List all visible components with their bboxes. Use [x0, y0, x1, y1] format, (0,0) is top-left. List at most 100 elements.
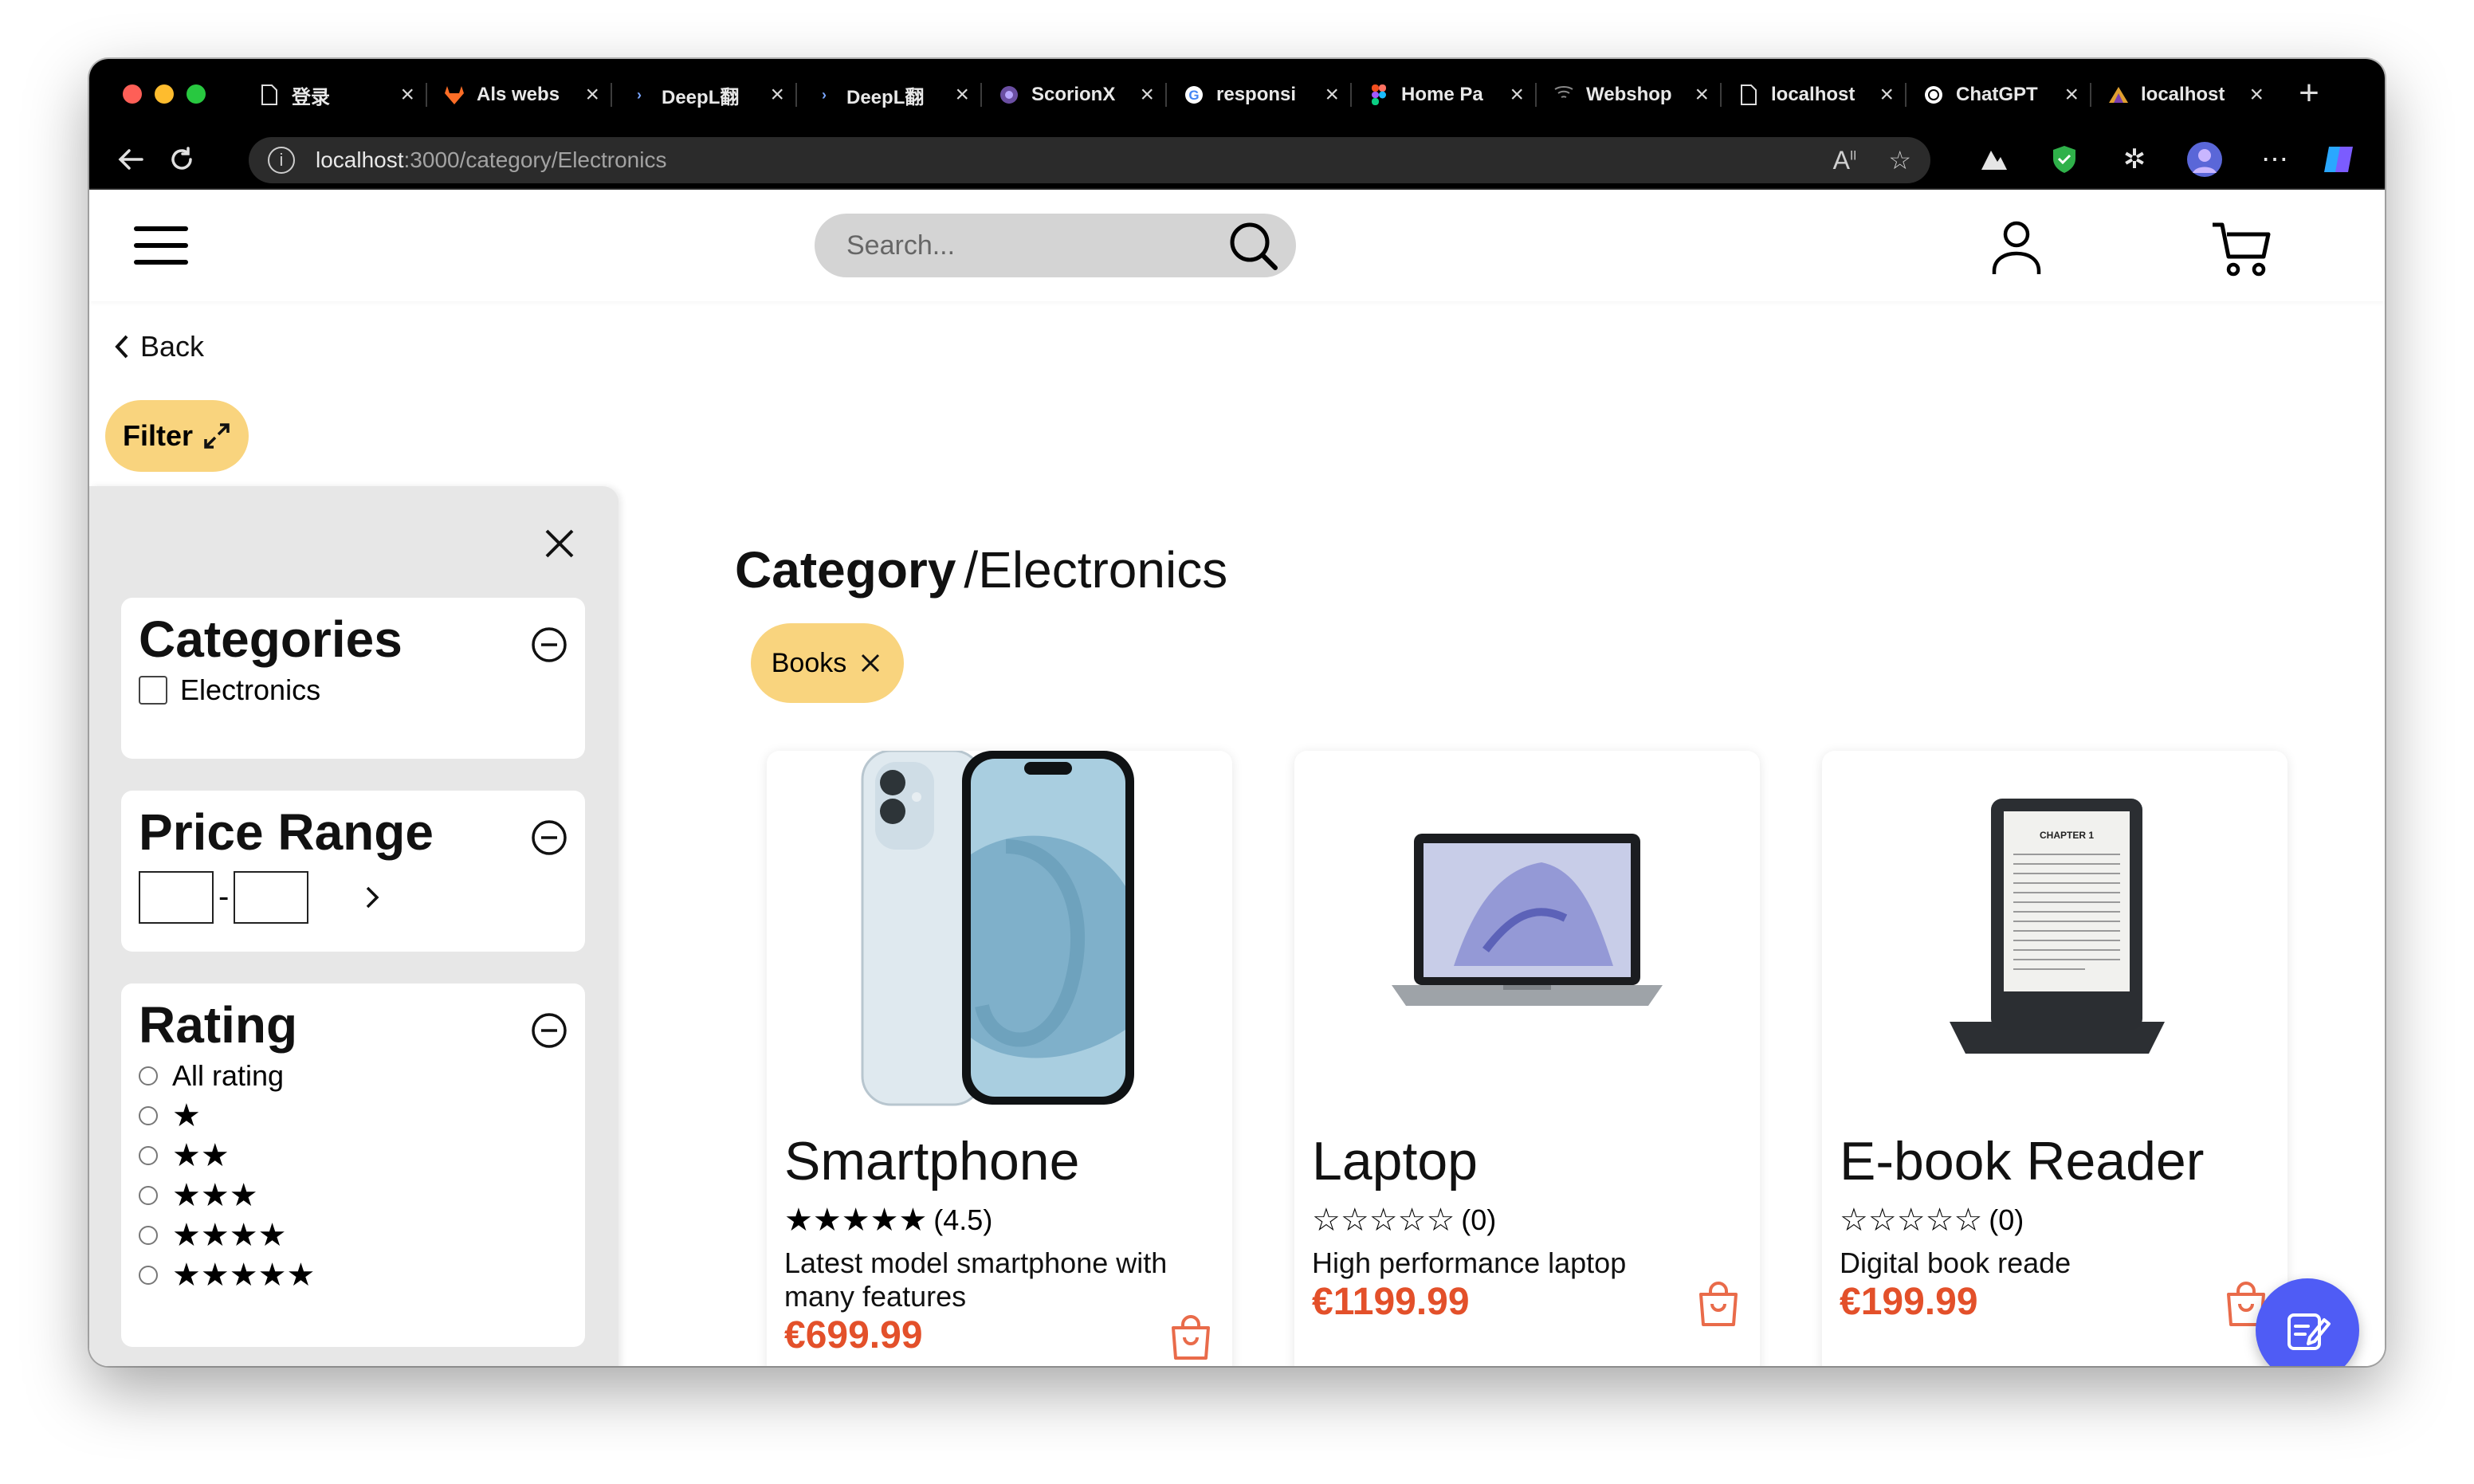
close-tab-icon[interactable]: ×: [770, 83, 784, 107]
browser-tab[interactable]: ChatGPT ×: [1905, 73, 2090, 116]
max-price-input[interactable]: [234, 870, 309, 924]
browser-tab[interactable]: localhost ×: [1720, 73, 1905, 116]
collapse-minus-icon[interactable]: [529, 1011, 569, 1050]
tab-title: DeepL翻: [846, 86, 925, 108]
svg-text:G: G: [1188, 88, 1199, 103]
document-icon: [258, 84, 281, 106]
close-window-button[interactable]: [123, 84, 142, 104]
browser-tab[interactable]: › DeepL翻 ×: [611, 73, 795, 116]
address-bar[interactable]: i localhost:3000/category/Electronics Aǀ…: [249, 137, 1930, 183]
browser-tab[interactable]: localhost ×: [2090, 73, 2275, 116]
favorite-star-icon[interactable]: ☆: [1888, 145, 1911, 175]
rating-stars: ☆☆☆☆☆: [1840, 1203, 1983, 1238]
tab-title: DeepL翻: [662, 86, 740, 108]
webshop-icon: [1553, 84, 1575, 106]
close-tab-icon[interactable]: ×: [1325, 83, 1339, 107]
min-price-input[interactable]: [139, 870, 214, 924]
profile-avatar[interactable]: [2185, 140, 2224, 179]
tab-strip: 登录 × Als webs × › DeepL翻 × › DeepL翻 × Sc…: [89, 59, 2385, 129]
rating-radio[interactable]: [139, 1265, 158, 1285]
product-card[interactable]: Smartphone ★★★★★ (4.5) Latest model smar…: [767, 751, 1232, 1366]
user-account-icon[interactable]: [1986, 217, 2047, 277]
rating-count: (0): [1989, 1203, 2024, 1236]
product-card[interactable]: CHAPTER 1 E-book Reader ☆☆☆☆☆ (0) Digita…: [1822, 751, 2287, 1366]
gitlab-icon: [443, 84, 465, 106]
browser-tab-active[interactable]: Webshop ×: [1535, 73, 1720, 116]
active-filter-chip[interactable]: Books: [751, 623, 904, 703]
rating-count: (0): [1461, 1203, 1497, 1236]
product-price: €199.99: [1840, 1281, 1978, 1323]
shield-extension-icon[interactable]: [2045, 140, 2083, 179]
search-bar[interactable]: [815, 214, 1296, 277]
close-tab-icon[interactable]: ×: [1879, 83, 1894, 107]
browser-tab[interactable]: Als webs ×: [426, 73, 611, 116]
rating-radio[interactable]: [139, 1066, 158, 1086]
close-tab-icon[interactable]: ×: [585, 83, 599, 107]
close-tab-icon[interactable]: ×: [1694, 83, 1709, 107]
rating-option-5[interactable]: ★★★★★: [139, 1255, 567, 1295]
chevron-left-icon: [115, 335, 128, 359]
rating-stars: ★★★: [172, 1177, 258, 1213]
rating-option-3[interactable]: ★★★: [139, 1176, 567, 1215]
rating-radio[interactable]: [139, 1185, 158, 1205]
categories-panel: Categories Electronics: [121, 598, 585, 759]
filter-toggle-button[interactable]: Filter: [105, 400, 249, 472]
back-arrow-icon[interactable]: [110, 139, 151, 180]
browser-window: 登录 × Als webs × › DeepL翻 × › DeepL翻 × Sc…: [89, 59, 2385, 1366]
close-tab-icon[interactable]: ×: [2064, 83, 2079, 107]
rating-stars: ★★★★: [172, 1217, 287, 1253]
maximize-window-button[interactable]: [187, 84, 206, 104]
price-separator: -: [218, 879, 230, 915]
new-tab-icon[interactable]: +: [2289, 75, 2329, 115]
chevron-right-icon[interactable]: [363, 883, 382, 912]
add-to-cart-bag-icon[interactable]: [1696, 1280, 1741, 1328]
browser-tab[interactable]: Home Pa ×: [1350, 73, 1535, 116]
app-icon: [2107, 84, 2130, 106]
rating-radio[interactable]: [139, 1145, 158, 1165]
rating-radio[interactable]: [139, 1105, 158, 1125]
read-aloud-icon[interactable]: Aǀǀ: [1833, 146, 1857, 175]
copilot-icon[interactable]: [2319, 140, 2358, 179]
category-checkbox[interactable]: [139, 675, 167, 705]
close-tab-icon[interactable]: ×: [400, 83, 414, 107]
close-tab-icon[interactable]: ×: [2249, 83, 2264, 107]
browser-tab[interactable]: 登录 ×: [241, 73, 426, 116]
rating-option-2[interactable]: ★★: [139, 1136, 567, 1176]
minimize-window-button[interactable]: [155, 84, 174, 104]
rating-radio[interactable]: [139, 1225, 158, 1245]
add-to-cart-bag-icon[interactable]: [1168, 1313, 1213, 1361]
close-icon[interactable]: [858, 650, 883, 676]
browser-tab[interactable]: › DeepL翻 ×: [795, 73, 980, 116]
product-price: €699.99: [784, 1314, 923, 1356]
rating-option-1[interactable]: ★: [139, 1096, 567, 1136]
close-tab-icon[interactable]: ×: [1510, 83, 1524, 107]
search-input[interactable]: [846, 230, 1224, 261]
collapse-minus-icon[interactable]: [529, 625, 569, 665]
rating-option-4[interactable]: ★★★★: [139, 1215, 567, 1255]
filter-sidebar: Categories Electronics Price Range - Rat…: [89, 486, 618, 1366]
site-info-icon[interactable]: i: [268, 147, 295, 174]
extension-mountain-icon[interactable]: [1975, 140, 2013, 179]
hamburger-menu-icon[interactable]: [134, 226, 188, 265]
browser-tab[interactable]: ScorionX ×: [980, 73, 1165, 116]
product-name: Laptop: [1312, 1131, 1478, 1192]
close-sidebar-icon[interactable]: [537, 521, 582, 566]
reload-icon[interactable]: [161, 139, 202, 180]
rating-option-all[interactable]: All rating: [139, 1056, 567, 1096]
more-menu-icon[interactable]: ⋯: [2256, 140, 2294, 179]
product-description: High performance laptop: [1312, 1246, 1627, 1279]
search-icon[interactable]: [1224, 217, 1282, 274]
close-tab-icon[interactable]: ×: [1140, 83, 1154, 107]
tab-title: responsi: [1216, 84, 1297, 105]
product-card[interactable]: Laptop ☆☆☆☆☆ (0) High performance laptop…: [1294, 751, 1760, 1366]
browser-tab[interactable]: G responsi ×: [1165, 73, 1350, 116]
rating-stars: ★: [172, 1097, 201, 1133]
close-tab-icon[interactable]: ×: [955, 83, 969, 107]
puzzle-extensions-icon[interactable]: ✲: [2115, 140, 2154, 179]
back-link[interactable]: Back: [113, 330, 204, 363]
figma-icon: [1368, 84, 1390, 106]
categories-title: Categories: [139, 610, 403, 668]
collapse-minus-icon[interactable]: [529, 818, 569, 858]
category-option[interactable]: Electronics: [139, 673, 567, 707]
shopping-cart-icon[interactable]: [2209, 217, 2273, 281]
